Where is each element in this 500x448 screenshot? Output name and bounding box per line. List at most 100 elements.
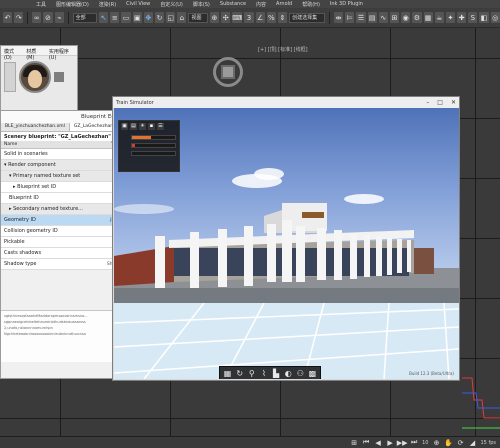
bind-icon[interactable]: ⌁ [54, 12, 64, 23]
named-selection-set[interactable]: 创建选择集 [289, 12, 326, 23]
prop-blueprint-id[interactable]: Blueprint ID [1, 193, 124, 204]
folder-icon[interactable]: ▣ [121, 123, 128, 130]
prop-pickable[interactable]: Pickable ✓ [1, 237, 124, 248]
minimize-icon[interactable]: – [426, 99, 429, 106]
close-icon[interactable]: ✕ [451, 99, 456, 106]
civil-view-icon[interactable]: ◎ [490, 12, 500, 23]
prev-frame-icon[interactable]: ◀ [374, 439, 382, 447]
arnold-icon[interactable]: ✦ [445, 12, 456, 23]
play-icon[interactable]: ▶ [386, 439, 394, 447]
render-icon[interactable]: ☕ [434, 12, 444, 23]
throttle-gauge[interactable] [131, 135, 176, 140]
group-primary-texture-set[interactable]: ▾ Primary named texture set [1, 171, 124, 182]
mat-tab-mode[interactable]: 模式(D) [4, 48, 20, 61]
rect-select-icon[interactable]: ▭ [121, 12, 131, 23]
weather-icon[interactable]: ☀ [139, 123, 146, 130]
menu-item-7[interactable]: 内容 [256, 1, 266, 8]
signal-icon[interactable]: ⌇ [259, 369, 268, 379]
menu-item-8[interactable]: Arnold [276, 1, 292, 7]
undo-icon[interactable]: ↶ [3, 12, 13, 23]
toggle-ribbon-icon[interactable]: ▤ [367, 12, 377, 23]
menu-item-1[interactable]: 图形编辑器(D) [56, 1, 89, 8]
select-by-name-icon[interactable]: ≡ [110, 12, 120, 23]
train-icon[interactable]: ▙ [272, 369, 281, 379]
spinner-snap-icon[interactable]: ⇕ [277, 12, 288, 23]
curve-editor-icon[interactable]: ∿ [378, 12, 388, 23]
zoom-icon[interactable]: ⚲ [247, 369, 256, 379]
snap-3d-icon[interactable]: 3 [244, 12, 254, 23]
menu-item-6[interactable]: Substance [220, 1, 246, 7]
people-icon[interactable]: ⚇ [296, 369, 305, 379]
goto-start-icon[interactable]: ⏮ [362, 438, 370, 447]
material-editor-icon[interactable]: ◉ [401, 12, 411, 23]
menu-item-2[interactable]: 渲染(R) [99, 1, 116, 8]
maximize-icon[interactable]: □ [437, 99, 443, 106]
pivot-icon[interactable]: ⊕ [209, 12, 220, 23]
viewcube[interactable] [213, 57, 243, 87]
prop-geometry-id[interactable]: Geometry ID Jieda [1, 215, 124, 226]
align-icon[interactable]: ⊨ [345, 12, 355, 23]
rendered-frame-icon[interactable]: ▦ [423, 12, 433, 23]
plugin-icon[interactable]: ✚ [457, 12, 467, 23]
menu-item-3[interactable]: Civil View [126, 1, 150, 7]
material-preview-avatar[interactable] [19, 61, 51, 93]
fov-icon[interactable]: ◢ [469, 439, 477, 447]
group-render-component[interactable]: ▾ Render component [1, 160, 124, 171]
mat-tab-material[interactable]: 材质(M) [26, 48, 43, 61]
render-region-icon[interactable]: ◧ [479, 12, 489, 23]
scale-icon[interactable]: ◱ [166, 12, 176, 23]
keyboard-shortcut-icon[interactable]: ⌨ [232, 12, 243, 23]
grid-icon[interactable]: ▦ [223, 369, 232, 379]
speed-gauge[interactable] [131, 151, 176, 156]
tab-yinchuan[interactable]: BLE_yinchuanchezhan.xml [1, 123, 70, 131]
mat-tab-utilities[interactable]: 实用程序(U) [49, 48, 74, 61]
substance-icon[interactable]: S [468, 12, 478, 23]
prop-blueprint-set-id[interactable]: ▸ Blueprint set ID [1, 182, 124, 193]
zoom-extents-icon[interactable]: ⊕ [433, 439, 441, 447]
prop-collision-geometry-id[interactable]: Collision geometry ID [1, 226, 124, 237]
light-icon[interactable]: ◐ [284, 369, 293, 379]
map-icon[interactable]: ▩ [308, 369, 317, 379]
selection-filter-select[interactable]: 全部 [72, 12, 97, 23]
link-icon[interactable]: ∞ [32, 12, 42, 23]
prop-solid-in-scenaries[interactable]: Solid in scenaries [1, 149, 124, 160]
unlink-icon[interactable]: ⊘ [43, 12, 53, 23]
brake-gauge[interactable] [131, 143, 176, 148]
prop-casts-shadows[interactable]: Casts shadows ✓ [1, 248, 124, 259]
viewport-label[interactable]: [+] [顶] [标准] [线框] [258, 46, 308, 53]
camera-icon[interactable]: ▪ [148, 123, 155, 130]
train-simulator-titlebar[interactable]: Train Simulator – □ ✕ [113, 97, 459, 108]
group-secondary-texture[interactable]: ▸ Secondary named texture... [1, 204, 124, 215]
menu-item-4[interactable]: 自定义(U) [160, 1, 183, 8]
schematic-view-icon[interactable]: ⊞ [389, 12, 400, 23]
window-crossing-icon[interactable]: ▣ [132, 12, 142, 23]
menu-item-5[interactable]: 脚本(S) [193, 1, 210, 8]
place-icon[interactable]: ⌂ [177, 12, 187, 23]
tab-lagechezhan[interactable]: GZ_LaGechezhan [69, 123, 119, 131]
angle-snap-icon[interactable]: ∠ [255, 12, 265, 23]
select-object-icon[interactable]: ↖ [98, 12, 109, 23]
sample-slot-left[interactable] [4, 62, 16, 92]
rotate-view-icon[interactable]: ↻ [235, 369, 244, 379]
menu-icon[interactable]: ☰ [157, 123, 164, 130]
percent-snap-icon[interactable]: % [266, 12, 276, 23]
orbit-icon[interactable]: ⟳ [457, 439, 465, 447]
reference-coord-select[interactable]: 视图 [188, 12, 208, 23]
menu-item-0[interactable]: 工具 [36, 1, 46, 8]
goto-end-icon[interactable]: ⏭ [410, 438, 418, 447]
next-frame-icon[interactable]: ▶▶ [397, 439, 408, 447]
current-frame[interactable]: 10 [422, 440, 428, 446]
move-icon[interactable]: ✥ [143, 12, 153, 23]
render-setup-icon[interactable]: ⚙ [412, 12, 422, 23]
prop-shadow-type[interactable]: Shadow type Shado [1, 259, 124, 270]
select-manipulate-icon[interactable]: ✣ [221, 12, 231, 23]
redo-icon[interactable]: ↷ [14, 12, 24, 23]
key-mode-icon[interactable]: ⊞ [350, 439, 358, 447]
menu-item-10[interactable]: Ink 3D Plugin [330, 1, 363, 7]
layer-explorer-icon[interactable]: ☰ [356, 12, 366, 23]
simulator-3d-scene[interactable]: ▣ ▤ ☀ ▪ ☰ ▦ ↻ ⚲ ⌇ ▙ ◐ ⚇ ▩ Build 12.3 (Be… [114, 108, 459, 379]
pan-icon[interactable]: ✋ [444, 439, 453, 447]
sample-slot-right[interactable] [54, 72, 64, 82]
rotate-icon[interactable]: ↻ [154, 12, 165, 23]
mirror-icon[interactable]: ⇹ [334, 12, 344, 23]
